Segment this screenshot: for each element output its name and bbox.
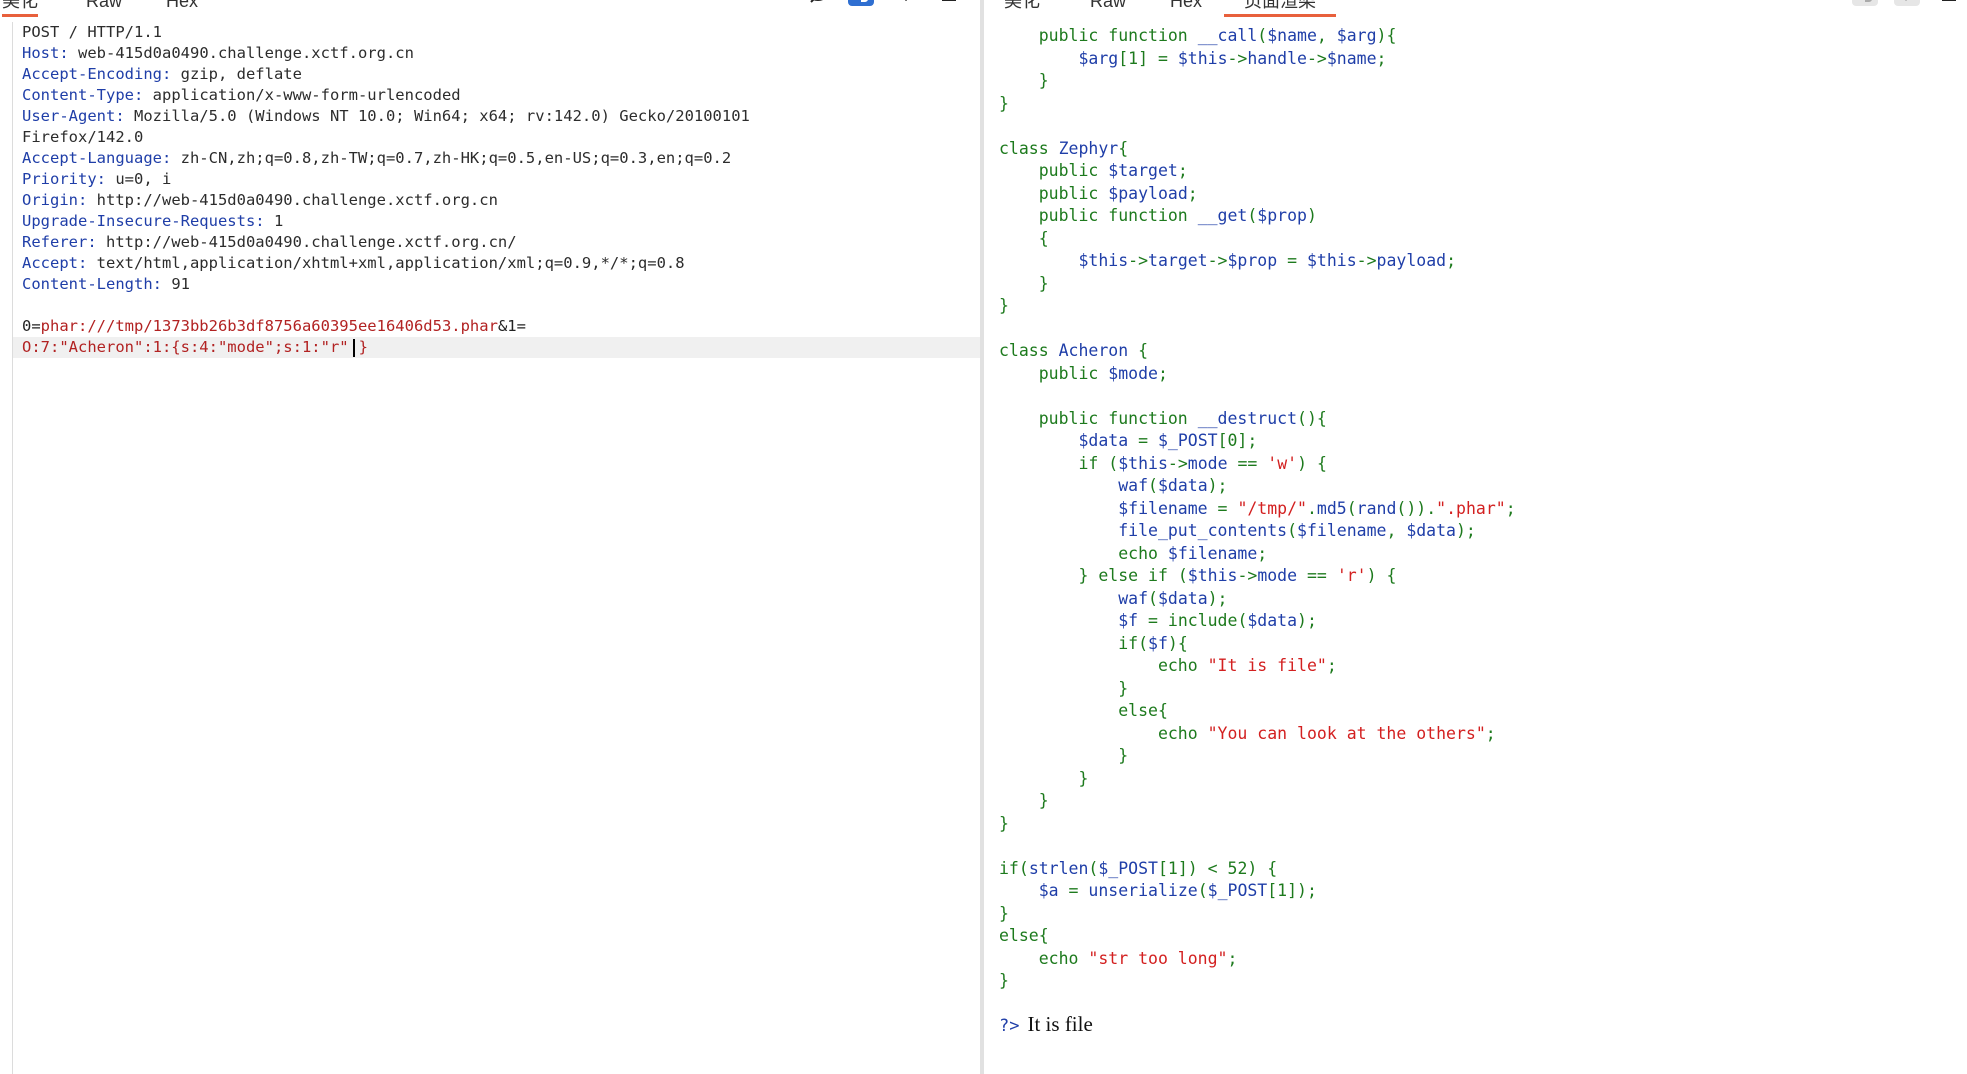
header-key: Accept-Language: (22, 149, 172, 167)
request-header-line[interactable]: Accept-Encoding: gzip, deflate (13, 64, 980, 85)
request-header-line[interactable]: POST / HTTP/1.1 (13, 22, 980, 43)
tab-pretty[interactable]: 美化 (2, 0, 38, 17)
header-key: Host: (22, 44, 69, 62)
body-line-1[interactable]: 0=phar:///tmp/1373bb26b3df8756a60395ee16… (13, 316, 980, 337)
header-key: Referer: (22, 233, 97, 251)
request-header-line[interactable]: Accept: text/html,application/xhtml+xml,… (13, 253, 980, 274)
request-tabbar: 美化 Raw Hex \n (0, 0, 980, 17)
header-key: Upgrade-Insecure-Requests: (22, 212, 265, 230)
header-value: web-415d0a0490.challenge.xctf.org.cn (68, 44, 414, 62)
body-param-1: &1= (497, 317, 526, 335)
header-value: http://web-415d0a0490.challenge.xctf.org… (96, 233, 517, 251)
request-headers: POST / HTTP/1.1 Host: web-415d0a0490.chal… (13, 22, 980, 295)
rendered-source-code: public function __call($name, $arg){ $ar… (999, 26, 1516, 990)
header-value: Firefox/142.0 (22, 128, 144, 146)
tab-hex[interactable]: Hex (1170, 0, 1202, 14)
newline-icon[interactable]: \n (1894, 0, 1920, 6)
header-key: Origin: (22, 191, 88, 209)
request-text-area[interactable]: POST / HTTP/1.1 Host: web-415d0a0490.chal… (12, 22, 980, 1074)
wrap-lines-icon[interactable] (1852, 0, 1878, 6)
svg-text:\n: \n (900, 0, 915, 3)
tab-raw[interactable]: Raw (1090, 0, 1126, 14)
header-key: Content-Type: (22, 86, 144, 104)
header-value: http://web-415d0a0490.challenge.xctf.org… (87, 191, 498, 209)
header-key: Accept: (22, 254, 88, 272)
body-value-1: O:7:"Acheron":1:{s:4:"mode";s:1:"r" (22, 338, 349, 356)
header-key: Priority: (22, 170, 106, 188)
response-viewer-pane: 美化 Raw Hex 页面渲染 \n public function __cal… (984, 0, 1967, 1074)
header-key: POST / HTTP/1.1 (22, 23, 162, 41)
wrap-lines-icon[interactable] (848, 0, 874, 6)
body-line-2[interactable]: O:7:"Acheron":1:{s:4:"mode";s:1:"r"} (13, 337, 980, 358)
header-value: zh-CN,zh;q=0.8,zh-TW;q=0.7,zh-HK;q=0.5,e… (171, 149, 732, 167)
body-value-0: phar:///tmp/1373bb26b3df8756a60395ee1640… (40, 317, 498, 335)
header-value: text/html,application/xhtml+xml,applicat… (87, 254, 685, 272)
header-value: 91 (161, 275, 190, 293)
tab-pretty[interactable]: 美化 (1004, 0, 1040, 14)
body-value-1-tail: } (358, 338, 368, 356)
menu-icon[interactable] (1938, 0, 1960, 6)
svg-text:\n: \n (1900, 0, 1915, 3)
hide-icon[interactable] (806, 0, 830, 6)
request-editor-pane: 美化 Raw Hex \n POST / HTTP/1.1 Host: web-4… (0, 0, 980, 1074)
response-tabbar: 美化 Raw Hex 页面渲染 \n (984, 0, 1967, 17)
request-header-line[interactable]: Upgrade-Insecure-Requests: 1 (13, 211, 980, 232)
body-param-0: 0= (22, 317, 41, 335)
request-header-line[interactable]: Content-Type: application/x-www-form-url… (13, 85, 980, 106)
header-key: Content-Length: (22, 275, 162, 293)
request-header-line[interactable]: Host: web-415d0a0490.challenge.xctf.org.… (13, 43, 980, 64)
header-value: application/x-www-form-urlencoded (143, 86, 461, 104)
tab-raw[interactable]: Raw (86, 0, 122, 14)
render-output: ?> It is file (999, 1012, 1093, 1037)
php-close-tag: ?> (999, 1016, 1020, 1036)
request-header-line[interactable]: User-Agent: Mozilla/5.0 (Windows NT 10.0… (13, 106, 980, 127)
request-header-line[interactable]: Content-Length: 91 (13, 274, 980, 295)
header-value: gzip, deflate (171, 65, 302, 83)
header-key: Accept-Encoding: (22, 65, 172, 83)
menu-icon[interactable] (938, 0, 960, 6)
header-value: u=0, i (106, 170, 172, 188)
request-header-line[interactable]: Origin: http://web-415d0a0490.challenge.… (13, 190, 980, 211)
header-key: User-Agent: (22, 107, 125, 125)
header-value: Mozilla/5.0 (Windows NT 10.0; Win64; x64… (124, 107, 750, 125)
request-header-line[interactable]: Referer: http://web-415d0a0490.challenge… (13, 232, 980, 253)
request-header-line[interactable]: Priority: u=0, i (13, 169, 980, 190)
tab-hex[interactable]: Hex (166, 0, 198, 14)
request-header-line[interactable]: Firefox/142.0 (13, 127, 980, 148)
header-value: 1 (264, 212, 284, 230)
request-header-line[interactable]: Accept-Language: zh-CN,zh;q=0.8,zh-TW;q=… (13, 148, 980, 169)
tab-render[interactable]: 页面渲染 (1224, 0, 1336, 17)
text-cursor (352, 338, 355, 357)
output-text: It is file (1027, 1012, 1093, 1036)
newline-icon[interactable]: \n (896, 0, 918, 6)
